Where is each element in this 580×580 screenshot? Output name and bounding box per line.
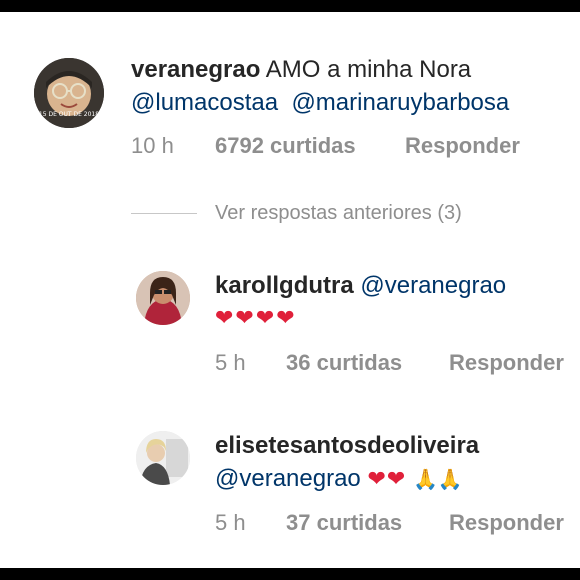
reply-button[interactable]: Responder: [405, 133, 520, 159]
reply-username[interactable]: elisetesantosdeoliveira: [215, 432, 479, 459]
comment-meta: 10 h 6792 curtidas Responder: [131, 133, 520, 159]
comment-username[interactable]: veranegrao: [131, 56, 260, 83]
comment-text: AMO a minha Nora: [265, 56, 472, 83]
reply-likes[interactable]: 36 curtidas: [286, 350, 449, 376]
clapping-hands-emoji: 🙏🙏: [413, 469, 463, 491]
view-previous-replies[interactable]: Ver respostas anteriores (3): [131, 202, 462, 225]
mention-link[interactable]: @veranegrao: [215, 465, 361, 492]
reply-username[interactable]: karollgdutra: [215, 272, 354, 299]
comment-time: 10 h: [131, 133, 174, 158]
avatar[interactable]: [136, 271, 190, 325]
top-bar: [0, 0, 580, 12]
reply-time: 5 h: [215, 510, 246, 535]
reply-meta: 5 h 36 curtidas Responder: [215, 350, 564, 376]
view-previous-label[interactable]: Ver respostas anteriores (3): [215, 202, 462, 225]
avatar[interactable]: 15 DE OUT DE 2018: [34, 58, 104, 128]
heart-emoji: ❤❤: [367, 466, 407, 491]
bottom-bar: [0, 568, 580, 580]
avatar-image: [136, 271, 190, 325]
avatar[interactable]: [136, 431, 190, 485]
reply-button[interactable]: Responder: [449, 350, 564, 376]
avatar-image: [136, 431, 190, 485]
reply-button[interactable]: Responder: [449, 510, 564, 536]
mention-link[interactable]: @veranegrao: [360, 272, 506, 299]
reply-likes[interactable]: 37 curtidas: [286, 510, 449, 536]
avatar-caption: 15 DE OUT DE 2018: [38, 111, 100, 118]
heart-emoji: ❤❤❤❤: [215, 305, 297, 330]
reply-time: 5 h: [215, 350, 246, 375]
reply-meta: 5 h 37 curtidas Responder: [215, 510, 564, 536]
mention-link[interactable]: @marinaruybarbosa: [291, 89, 509, 116]
divider-line: [131, 213, 197, 214]
mention-link[interactable]: @lumacostaa: [131, 89, 278, 116]
comment-likes[interactable]: 6792 curtidas: [215, 133, 405, 159]
